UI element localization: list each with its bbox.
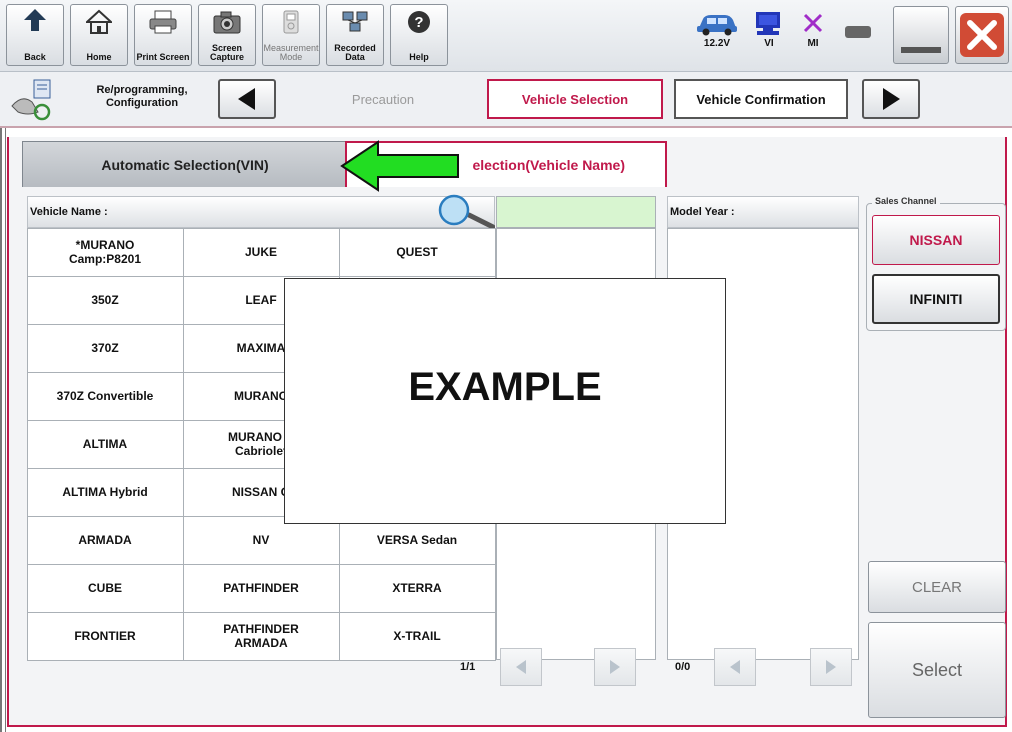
svg-text:?: ? <box>414 14 423 31</box>
left-window-border <box>0 128 6 732</box>
help-label: Help <box>409 52 429 62</box>
printer-icon <box>149 10 177 34</box>
model-year-header: Model Year : <box>667 196 859 228</box>
prev-page-icon <box>516 660 526 674</box>
vehicle-cell[interactable]: CUBE <box>26 563 184 613</box>
model-year-page-indicator: 0/0 <box>675 661 691 673</box>
back-arrow-icon <box>24 9 46 31</box>
minimize-icon <box>901 47 941 53</box>
vehicle-cell[interactable]: 350Z <box>26 275 184 325</box>
sales-channel-label: Sales Channel <box>872 196 940 206</box>
previous-step-button[interactable] <box>218 79 276 119</box>
screen-capture-label: Screen Capture <box>210 44 244 62</box>
measurement-mode-label: Measurement Mode <box>263 44 318 62</box>
help-button[interactable]: ? Help <box>390 4 448 66</box>
vehicle-cell[interactable]: FRONTIER <box>26 611 184 661</box>
select-button[interactable]: Select <box>868 622 1006 718</box>
home-icon <box>86 9 112 34</box>
measurement-mode-button[interactable]: Measurement Mode <box>262 4 320 66</box>
voltage-label: 12.2V <box>703 38 731 49</box>
battery-icon <box>845 26 871 38</box>
example-overlay: EXAMPLE <box>284 278 726 524</box>
recorded-data-button[interactable]: Recorded Data <box>326 4 384 66</box>
screen-capture-label-2: Capture <box>209 52 244 62</box>
step-vehicle-selection: Vehicle Selection <box>487 79 663 119</box>
function-title-line-1: Re/programming, <box>96 84 188 96</box>
back-label: Back <box>24 52 46 62</box>
vehicle-cell[interactable]: ALTIMA <box>26 419 184 469</box>
right-triangle-icon <box>883 88 900 110</box>
model-year-page-prev-button[interactable] <box>714 648 756 686</box>
vehicle-cell[interactable]: ARMADA <box>26 515 184 565</box>
vehicle-cell[interactable]: *MURANO Camp:P8201 <box>26 227 184 277</box>
vehicle-cell[interactable]: PATHFINDER <box>182 563 340 613</box>
mi-label: MI <box>807 38 819 49</box>
next-step-button[interactable] <box>862 79 920 119</box>
home-label: Home <box>86 52 112 62</box>
clear-button[interactable]: CLEAR <box>868 561 1006 613</box>
vehicle-name-header: Vehicle Name : <box>27 196 495 228</box>
print-screen-button[interactable]: Print Screen <box>134 4 192 66</box>
battery-voltage-status: 12.2V <box>693 10 741 49</box>
recorded-data-label: Recorded Data <box>334 44 376 62</box>
navigation-row: Re/programming, Configuration Precaution… <box>0 72 1012 185</box>
vehicle-cell[interactable]: XTERRA <box>338 563 496 613</box>
green-arrow-annotation <box>340 140 459 192</box>
vehicle-name-label: Vehicle Name : <box>30 206 108 218</box>
search-icon[interactable] <box>433 193 495 231</box>
measurement-mode-label-2: Mode <box>279 52 303 62</box>
screen-capture-button[interactable]: Screen Capture <box>198 4 256 66</box>
vehicle-cell[interactable]: ALTIMA Hybrid <box>26 467 184 517</box>
tab-automatic-selection-vin[interactable]: Automatic Selection(VIN) <box>22 141 348 187</box>
close-button[interactable] <box>955 6 1009 64</box>
mi-disconnected-icon <box>803 13 823 33</box>
model-year-label: Model Year : <box>670 206 735 218</box>
back-button[interactable]: Back <box>6 4 64 66</box>
vehicle-cell[interactable]: 370Z Convertible <box>26 371 184 421</box>
step-precaution: Precaution <box>351 91 415 107</box>
model-year-page-next-button[interactable] <box>810 648 852 686</box>
meter-icon <box>283 10 299 34</box>
vehicle-page-indicator: 1/1 <box>460 661 476 673</box>
vehicle-cell[interactable]: QUEST <box>338 227 496 277</box>
close-icon <box>960 13 1004 57</box>
mi-status: MI <box>796 10 830 49</box>
next-page-icon <box>826 660 836 674</box>
nissan-button[interactable]: NISSAN <box>872 215 1000 265</box>
car-icon <box>697 15 737 36</box>
vehicle-page-next-button[interactable] <box>594 648 636 686</box>
recorded-data-icon <box>342 11 368 32</box>
camera-icon <box>213 11 241 34</box>
function-title: Re/programming, Configuration <box>72 84 212 110</box>
recorded-data-label-2: Data <box>345 52 365 62</box>
infiniti-button[interactable]: INFINITI <box>872 274 1000 324</box>
vi-status: VI <box>752 10 786 49</box>
next-page-icon <box>610 660 620 674</box>
prev-page-icon <box>730 660 740 674</box>
function-title-line-2: Configuration <box>105 97 179 109</box>
vehicle-cell[interactable]: X-TRAIL <box>338 611 496 661</box>
vehicle-name-search-input[interactable] <box>496 196 656 228</box>
reprogramming-icon <box>11 79 51 121</box>
vehicle-cell[interactable]: 370Z <box>26 323 184 373</box>
vehicle-cell[interactable]: PATHFINDER ARMADA <box>182 611 340 661</box>
print-screen-label: Print Screen <box>136 52 190 62</box>
step-vehicle-confirmation: Vehicle Confirmation <box>674 79 848 119</box>
vi-interface-icon <box>756 12 780 35</box>
vehicle-cell[interactable]: JUKE <box>182 227 340 277</box>
minimize-button[interactable] <box>893 6 949 64</box>
help-icon: ? <box>408 11 430 33</box>
left-triangle-icon <box>238 88 255 110</box>
vi-label: VI <box>764 38 774 49</box>
toolbar: Back Home Print Screen Screen Capture Me… <box>0 0 1012 72</box>
vehicle-page-prev-button[interactable] <box>500 648 542 686</box>
home-button[interactable]: Home <box>70 4 128 66</box>
